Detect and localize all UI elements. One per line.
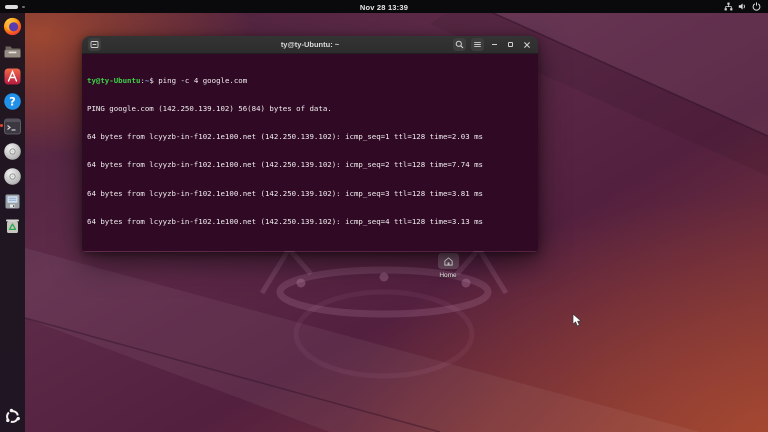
hamburger-menu-icon xyxy=(473,40,482,49)
output-line: 64 bytes from lcyyzb-in-f102.1e100.net (… xyxy=(87,217,533,226)
dock-item-firefox[interactable] xyxy=(3,17,22,36)
output-line: PING google.com (142.250.139.102) 56(84)… xyxy=(87,104,533,113)
app-center-icon xyxy=(3,67,22,86)
maximize-button[interactable] xyxy=(505,39,516,50)
dock: ? xyxy=(0,13,25,432)
terminal-window: ty@ty-Ubuntu: ~ xyxy=(82,36,538,252)
terminal-content[interactable]: ty@ty-Ubuntu:~$ ping -c 4 google.com PIN… xyxy=(82,54,538,251)
trash-icon xyxy=(3,216,22,235)
menu-button[interactable] xyxy=(471,38,484,51)
mouse-cursor xyxy=(571,313,583,333)
dock-item-app-center[interactable] xyxy=(3,67,22,86)
prompt-user: ty@ty-Ubuntu xyxy=(87,76,140,85)
search-button[interactable] xyxy=(453,38,466,51)
clock-date[interactable]: Nov 28 13:39 xyxy=(0,3,768,12)
dock-item-terminal[interactable] xyxy=(3,117,22,136)
home-icon-label: Home xyxy=(436,272,460,279)
firefox-icon xyxy=(3,17,22,36)
dock-item-trash[interactable] xyxy=(3,216,22,235)
maximize-icon xyxy=(508,42,513,47)
cd-disc-icon xyxy=(3,167,22,186)
search-icon xyxy=(455,40,464,49)
home-folder-icon xyxy=(443,256,454,267)
dock-item-files[interactable] xyxy=(3,42,22,61)
new-tab-button[interactable] xyxy=(88,38,101,51)
dock-item-disk-drive[interactable] xyxy=(3,192,22,211)
top-bar: Nov 28 13:39 xyxy=(0,0,768,13)
output-line: 64 bytes from lcyyzb-in-f102.1e100.net (… xyxy=(87,189,533,198)
command-line: ty@ty-Ubuntu:~$ ping -c 4 google.com xyxy=(87,76,533,85)
volume-icon xyxy=(738,2,747,11)
network-icon xyxy=(724,2,733,11)
show-apps-button[interactable] xyxy=(4,408,21,425)
output-line: 64 bytes from lcyyzb-in-f102.1e100.net (… xyxy=(87,160,533,169)
minimize-icon xyxy=(492,44,497,45)
cd-disc-icon xyxy=(3,142,22,161)
svg-text:?: ? xyxy=(9,95,16,109)
power-icon xyxy=(752,2,761,11)
output-line: 64 bytes from lcyyzb-in-f102.1e100.net (… xyxy=(87,132,533,141)
dock-item-cd-drive-1[interactable] xyxy=(3,142,22,161)
minimize-button[interactable] xyxy=(489,39,500,50)
help-icon: ? xyxy=(3,92,22,111)
close-icon xyxy=(523,41,531,49)
blank-line xyxy=(87,245,533,252)
command-text: ping -c 4 google.com xyxy=(158,76,247,85)
close-button[interactable] xyxy=(521,39,532,50)
files-folder-icon xyxy=(3,42,22,61)
desktop-icon-home[interactable]: Home xyxy=(436,253,460,279)
ubuntu-logo-icon xyxy=(4,408,21,425)
new-tab-icon xyxy=(90,40,99,49)
system-status-area[interactable] xyxy=(724,2,761,11)
terminal-icon xyxy=(3,117,22,136)
dock-item-cd-drive-2[interactable] xyxy=(3,167,22,186)
terminal-titlebar[interactable]: ty@ty-Ubuntu: ~ xyxy=(82,36,538,54)
disk-drive-icon xyxy=(3,192,22,211)
dock-item-help[interactable]: ? xyxy=(3,92,22,111)
